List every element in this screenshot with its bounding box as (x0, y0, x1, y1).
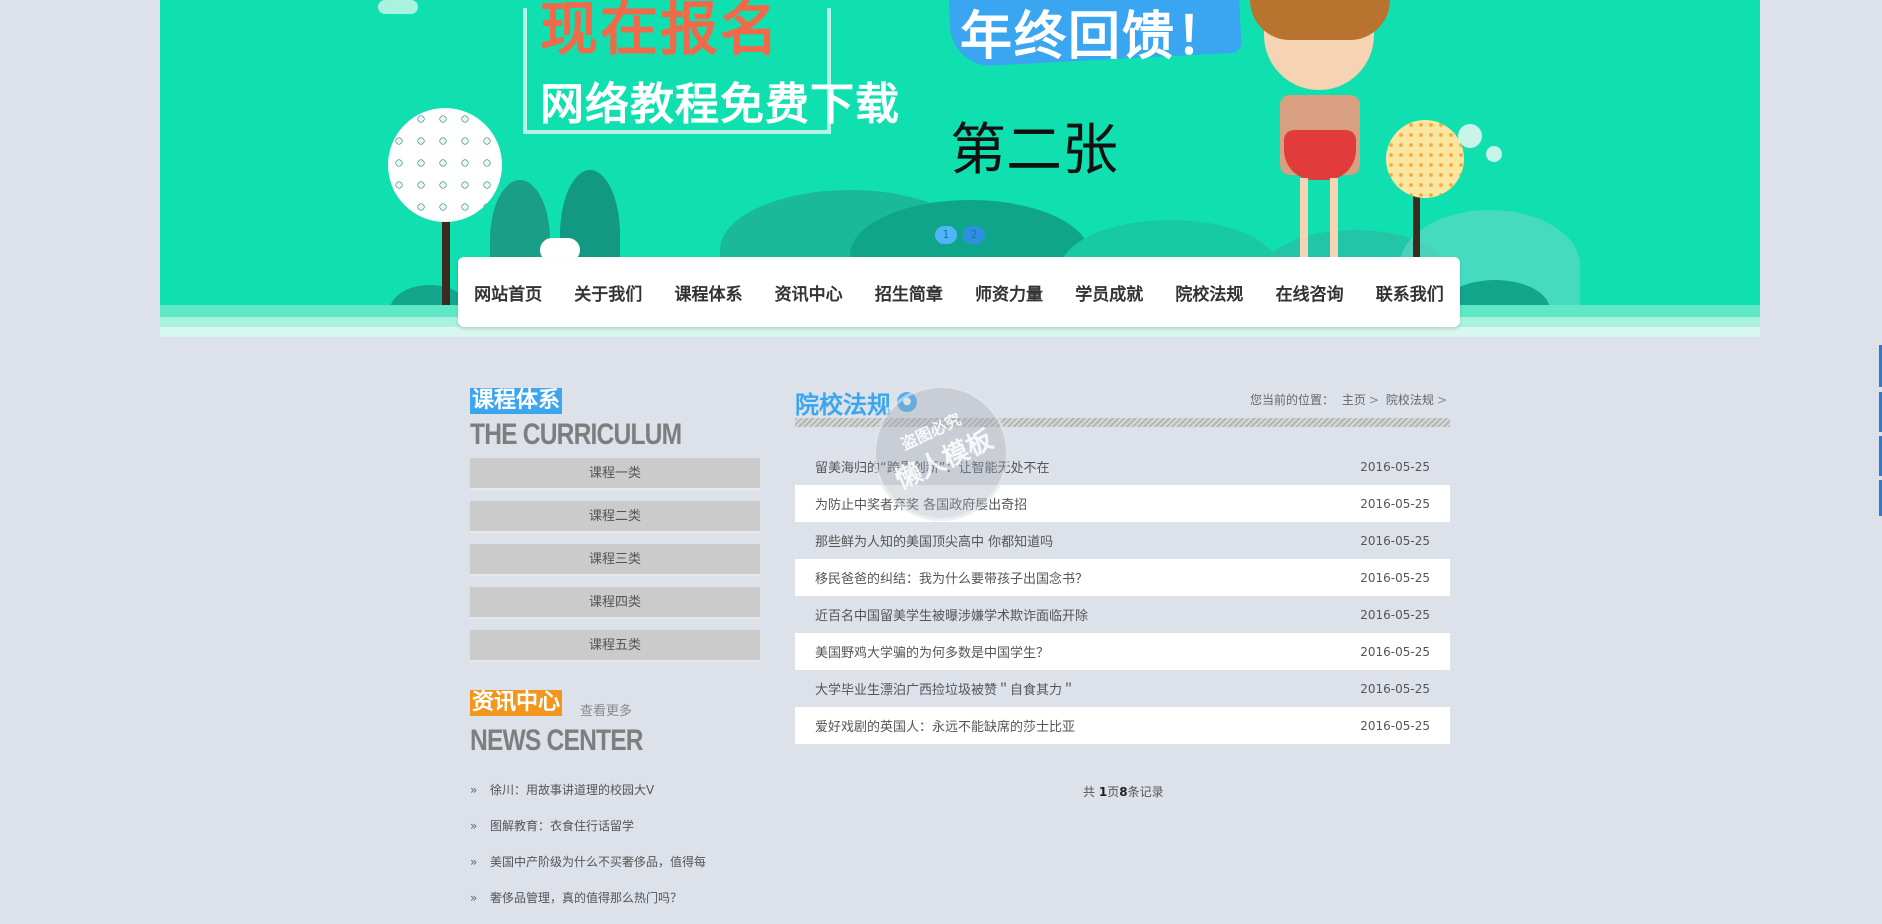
category-item[interactable]: 课程四类 (470, 587, 760, 619)
cloud (378, 0, 418, 14)
news-center-title-en: NEWS CENTER (470, 724, 644, 757)
article-row[interactable]: 大学毕业生漂泊广西捡垃圾被赞＂自食其力＂ 2016-05-25 (795, 670, 1450, 707)
bubble (1486, 146, 1502, 162)
nav-item-about[interactable]: 关于我们 (574, 280, 642, 305)
article-date: 2016-05-25 (1360, 459, 1430, 474)
pager-records: 8 (1119, 785, 1128, 799)
article-title: 近百名中国留美学生被曝涉嫌学术欺诈面临开除 (815, 609, 1089, 624)
article-row[interactable]: 移民爸爸的纠结：我为什么要带孩子出国念书？ 2016-05-25 (795, 559, 1450, 596)
news-more-link[interactable]: 查看更多 (580, 700, 632, 719)
breadcrumb: 您当前的位置： 主页 > 院校法规 > (1246, 391, 1450, 408)
article-title: 大学毕业生漂泊广西捡垃圾被赞＂自食其力＂ (815, 683, 1076, 698)
category-item[interactable]: 课程五类 (470, 630, 760, 662)
promo-subtitle: 网络教程免费下载 (540, 79, 900, 130)
article-date: 2016-05-25 (1360, 644, 1430, 659)
article-row[interactable]: 爱好戏剧的英国人：永远不能缺席的莎士比亚 2016-05-25 (795, 707, 1450, 744)
ribbon-text: 年终回馈！ (960, 7, 1231, 67)
pagination-summary: 共 1页8条记录 (1083, 783, 1164, 800)
breadcrumb-home[interactable]: 主页 (1342, 393, 1366, 407)
tree-canopy (388, 108, 502, 222)
curriculum-title: 课程体系 (470, 388, 563, 414)
nav-item-admission[interactable]: 招生简章 (875, 280, 943, 305)
category-item[interactable]: 课程一类 (470, 458, 760, 490)
nav-item-news[interactable]: 资讯中心 (775, 280, 843, 305)
article-date: 2016-05-25 (1360, 570, 1430, 585)
chevron-right-icon: > (1436, 393, 1447, 407)
double-chevron-right-icon: » (470, 783, 478, 797)
category-list: 课程一类 课程二类 课程三类 课程四类 课程五类 (470, 458, 760, 673)
slider-dot-1[interactable]: 1 (935, 226, 957, 244)
pager-pages: 1 (1098, 785, 1108, 799)
girl-illustration (1250, 0, 1390, 260)
breadcrumb-current[interactable]: 院校法规 (1386, 393, 1434, 407)
article-row[interactable]: 美国野鸡大学骗的为何多数是中国学生？ 2016-05-25 (795, 633, 1450, 670)
double-chevron-right-icon: » (470, 891, 478, 905)
news-item-text: 图解教育：衣食住行话留学 (490, 819, 635, 833)
chevron-right-icon: > (1368, 393, 1379, 407)
news-list: » 徐川：用故事讲道理的校园大V » 图解教育：衣食住行话留学 » 美国中产阶级为什么… (470, 780, 770, 924)
article-title: 爱好戏剧的英国人：永远不能缺席的莎士比亚 (815, 720, 1076, 735)
breadcrumb-prefix: 您当前的位置： (1250, 393, 1335, 407)
tree-canopy (1386, 120, 1464, 198)
nav-item-teachers[interactable]: 师资力量 (975, 280, 1043, 305)
news-item-text: 美国中产阶级为什么不买奢侈品，值得每 (490, 855, 707, 869)
article-date: 2016-05-25 (1360, 681, 1430, 696)
promo-title: 现在报名 (540, 0, 781, 63)
news-list-item[interactable]: » 美国中产阶级为什么不买奢侈品，值得每 (470, 852, 770, 888)
article-title: 移民爸爸的纠结：我为什么要带孩子出国念书？ (815, 572, 1089, 587)
news-item-text: 奢侈品管理，真的值得那么热门吗？ (490, 891, 683, 905)
news-list-item[interactable]: » 奢侈品管理，真的值得那么热门吗？ (470, 888, 770, 924)
nav-item-home[interactable]: 网站首页 (474, 280, 542, 305)
pager-prefix: 共 (1083, 785, 1099, 799)
nav-item-courses[interactable]: 课程体系 (674, 280, 742, 305)
news-list-item[interactable]: » 徐川：用故事讲道理的校园大V (470, 780, 770, 816)
bubble (1458, 124, 1482, 148)
nav-item-consult[interactable]: 在线咨询 (1276, 280, 1344, 305)
pager-mid: 页 (1107, 785, 1120, 799)
nav-item-regulations[interactable]: 院校法规 (1175, 280, 1243, 305)
category-item[interactable]: 课程二类 (470, 501, 760, 533)
article-date: 2016-05-25 (1360, 718, 1430, 733)
banner-stripe (160, 327, 1760, 337)
page-title: 院校法规 (795, 391, 891, 419)
news-item-text: 徐川：用故事讲道理的校园大V (490, 783, 655, 797)
article-title: 那些鲜为人知的美国顶尖高中 你都知道吗 (815, 535, 1054, 550)
slide-label: 第二张 (950, 118, 1118, 183)
curriculum-title-en: THE CURRICULUM (470, 418, 682, 451)
article-date: 2016-05-25 (1360, 496, 1430, 511)
slider-dot-2[interactable]: 2 (963, 226, 985, 244)
nav-item-achievements[interactable]: 学员成就 (1075, 280, 1143, 305)
nav-item-contact[interactable]: 联系我们 (1376, 280, 1444, 305)
news-list-item[interactable]: » 图解教育：衣食住行话留学 (470, 816, 770, 852)
slider-dots: 1 2 (935, 226, 985, 244)
category-item[interactable]: 课程三类 (470, 544, 760, 576)
main-nav: 网站首页 关于我们 课程体系 资讯中心 招生简章 师资力量 学员成就 院校法规 … (458, 257, 1460, 327)
article-title: 美国野鸡大学骗的为何多数是中国学生？ (815, 646, 1050, 661)
double-chevron-right-icon: » (470, 819, 478, 833)
article-date: 2016-05-25 (1360, 533, 1430, 548)
article-row[interactable]: 那些鲜为人知的美国顶尖高中 你都知道吗 2016-05-25 (795, 522, 1450, 559)
double-chevron-right-icon: » (470, 855, 478, 869)
article-row[interactable]: 近百名中国留美学生被曝涉嫌学术欺诈面临开除 2016-05-25 (795, 596, 1450, 633)
news-center-title: 资讯中心 (470, 690, 563, 716)
article-date: 2016-05-25 (1360, 607, 1430, 622)
pager-suffix: 条记录 (1127, 785, 1164, 799)
